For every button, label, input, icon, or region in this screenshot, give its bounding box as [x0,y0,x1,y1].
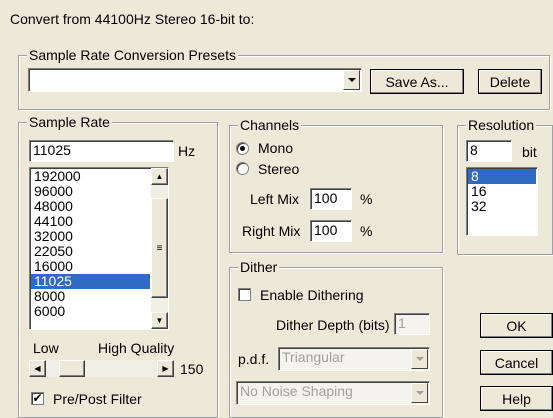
presets-dropdown-button[interactable] [343,70,360,90]
presets-legend: Sample Rate Conversion Presets [27,47,238,63]
list-item[interactable]: 8000 [31,289,150,304]
list-item[interactable]: 48000 [31,199,150,214]
resolution-unit: bit [522,144,537,160]
channels-legend: Channels [238,117,302,133]
resolution-input[interactable]: 8 [466,140,512,162]
quality-value: 150 [180,361,204,377]
list-item[interactable]: 44100 [31,214,150,229]
list-item[interactable]: 6000 [31,304,150,319]
dialog-heading: Convert from 44100Hz Stereo 16-bit to: [10,11,255,27]
enable-dithering-checkbox[interactable] [238,288,251,301]
dither-depth-input[interactable]: 1 [394,313,430,335]
right-mix-percent: % [360,223,373,239]
resolution-list[interactable]: 8 16 32 [466,167,538,236]
list-item[interactable]: 96000 [31,184,150,199]
left-mix-value: 100 [314,190,338,206]
resolution-list-items: 8 16 32 [468,169,536,214]
sample-rate-legend: Sample Rate [27,114,112,130]
list-item[interactable]: 11025 [31,274,150,289]
list-item[interactable]: 22050 [31,244,150,259]
chevron-down-icon [347,78,356,82]
arrow-down-icon: ▼ [155,316,164,325]
noise-shaping-dropdown-button[interactable] [411,383,428,403]
pre-post-filter-checkbox[interactable]: ✔ [31,392,44,405]
dither-depth-value: 1 [398,315,406,331]
sample-rate-unit: Hz [178,143,196,159]
left-mix-percent: % [360,191,373,207]
pdf-select[interactable]: Triangular [278,347,430,371]
slider-left-button[interactable]: ◀ [29,360,46,377]
list-item[interactable]: 8 [468,169,536,184]
checkmark-icon: ✔ [32,391,43,405]
slider-thumb[interactable] [59,360,85,377]
noise-shaping-value: No Noise Shaping [240,383,353,399]
quality-slider[interactable]: ◀ ▶ [29,360,174,377]
pdf-select-value: Triangular [282,349,345,365]
stereo-radio[interactable] [236,162,249,175]
noise-shaping-select[interactable]: No Noise Shaping [236,381,430,405]
stereo-label: Stereo [258,161,300,177]
resolution-legend: Resolution [466,117,537,133]
delete-button[interactable]: Delete [478,69,542,94]
list-item[interactable]: 16000 [31,259,150,274]
cancel-button[interactable]: Cancel [480,350,553,375]
chevron-down-icon [415,357,424,361]
right-mix-label: Right Mix [242,223,301,239]
enable-dithering-label: Enable Dithering [260,287,364,303]
pdf-dropdown-button[interactable] [411,349,428,369]
sample-rate-input-value: 11025 [33,142,71,158]
presets-combobox[interactable] [28,68,362,92]
right-mix-value: 100 [314,222,338,238]
pdf-label: p.d.f. [238,351,270,367]
sample-rate-list-items: 192000 96000 48000 44100 32000 22050 16000 1102… [31,169,150,329]
left-mix-input[interactable]: 100 [310,188,352,210]
scrollbar-thumb[interactable]: ≡ [151,198,168,298]
dither-legend: Dither [238,259,280,275]
arrow-right-icon: ▶ [162,364,169,373]
slider-right-button[interactable]: ▶ [157,360,174,377]
chevron-down-icon [415,391,424,395]
quality-low-label: Low [33,340,59,356]
sample-rate-list[interactable]: 192000 96000 48000 44100 32000 22050 16000 1102… [29,167,169,330]
ok-button[interactable]: OK [480,313,553,338]
grip-icon: ≡ [156,242,163,254]
left-mix-label: Left Mix [250,191,300,207]
dither-depth-label: Dither Depth (bits) [276,317,390,333]
list-item[interactable]: 32 [468,199,536,214]
arrow-up-icon: ▲ [155,172,164,181]
sample-rate-scrollbar[interactable]: ▲ ≡ ▼ [151,168,168,329]
help-button[interactable]: Help [480,386,553,411]
quality-high-label: High Quality [98,340,175,356]
presets-combobox-value [29,70,32,86]
list-item[interactable]: 192000 [31,169,150,184]
scroll-down-button[interactable]: ▼ [151,312,168,329]
list-item[interactable]: 32000 [31,229,150,244]
arrow-left-icon: ◀ [34,364,41,373]
resolution-input-value: 8 [470,142,478,158]
mono-label: Mono [258,140,294,156]
pre-post-filter-label: Pre/Post Filter [53,391,142,407]
scroll-up-button[interactable]: ▲ [151,168,168,185]
mono-radio[interactable] [236,142,249,155]
sample-rate-input[interactable]: 11025 [29,140,174,162]
save-as-button[interactable]: Save As... [370,69,464,94]
list-item[interactable]: 16 [468,184,536,199]
right-mix-input[interactable]: 100 [310,220,352,242]
